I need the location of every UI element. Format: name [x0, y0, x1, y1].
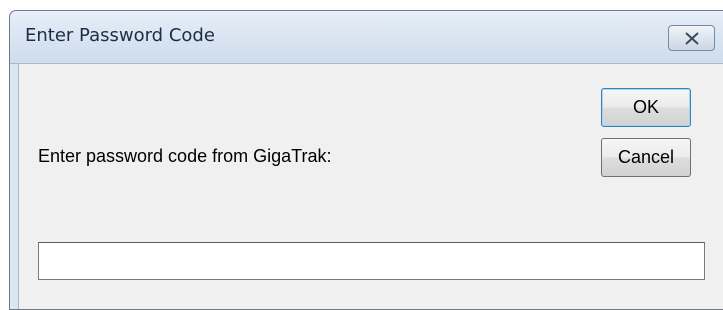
password-input[interactable] — [38, 242, 705, 280]
prompt-label: Enter password code from GigaTrak: — [38, 146, 332, 166]
close-icon — [685, 32, 699, 45]
close-button[interactable] — [668, 25, 715, 51]
cancel-button[interactable]: Cancel — [601, 138, 691, 177]
password-dialog-window: Enter Password Code Enter password code … — [9, 10, 723, 310]
ok-button[interactable]: OK — [601, 88, 691, 127]
title-bar[interactable]: Enter Password Code — [10, 11, 723, 64]
dialog-body: Enter password code from GigaTrak: OK Ca… — [18, 64, 723, 309]
window-title: Enter Password Code — [25, 25, 215, 46]
